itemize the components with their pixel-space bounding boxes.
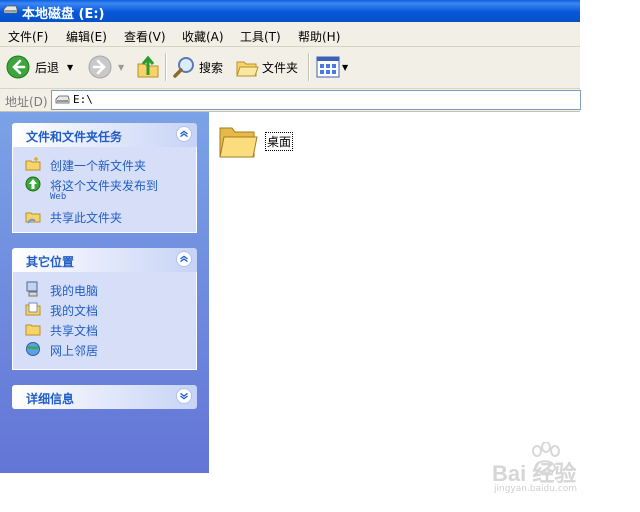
- task-publish-web[interactable]: 将这个文件夹发布到 Web: [25, 176, 195, 206]
- details-title: 详细信息: [26, 392, 75, 406]
- search-label: 搜索: [199, 60, 224, 75]
- place-label: 网上邻居: [50, 344, 99, 358]
- place-label: 共享文档: [50, 324, 99, 338]
- toolbar-separator: [165, 53, 167, 81]
- collapse-chevron-icon[interactable]: [176, 126, 192, 142]
- back-button[interactable]: 后退 ▼: [6, 51, 73, 83]
- place-label: 我的电脑: [50, 284, 99, 298]
- dropdown-arrow-icon[interactable]: ▼: [342, 63, 348, 72]
- views-button[interactable]: ▼: [316, 51, 348, 83]
- my-documents-icon: [25, 302, 41, 316]
- back-label: 后退: [35, 60, 60, 75]
- search-icon: [173, 57, 194, 78]
- folder-icon[interactable]: [218, 122, 258, 160]
- menu-bar: 文件(F) 编辑(E) 查看(V) 收藏(A) 工具(T) 帮助(H): [0, 22, 580, 47]
- expand-chevron-icon[interactable]: [176, 388, 192, 404]
- menu-file[interactable]: 文件(F): [8, 28, 48, 45]
- drive-icon: [55, 95, 70, 104]
- window-title: 本地磁盘 (E:): [22, 7, 105, 22]
- publish-web-icon: [25, 176, 41, 192]
- menu-favorites[interactable]: 收藏(A): [182, 28, 224, 45]
- place-label: 我的文档: [50, 304, 99, 318]
- search-button[interactable]: 搜索: [172, 51, 223, 83]
- up-button[interactable]: [136, 51, 160, 83]
- place-network[interactable]: 网上邻居: [25, 341, 145, 359]
- forward-arrow-icon: [88, 55, 112, 79]
- file-tasks-panel: 创建一个新文件夹 将这个文件夹发布到 Web 共享此文件夹: [12, 147, 197, 233]
- task-pane: 文件和文件夹任务 创建一个新文件夹 将这个文件夹发布到 Web 共享此文件夹 其…: [0, 112, 209, 473]
- place-my-documents[interactable]: 我的文档: [25, 301, 145, 319]
- file-tasks-title: 文件和文件夹任务: [26, 130, 123, 144]
- dropdown-arrow-icon[interactable]: ▼: [67, 63, 73, 72]
- toolbar-separator: [308, 53, 310, 81]
- menu-tools[interactable]: 工具(T): [240, 28, 281, 45]
- title-bar[interactable]: 本地磁盘 (E:): [0, 0, 580, 22]
- drive-icon: [3, 5, 18, 14]
- task-share-folder[interactable]: 共享此文件夹: [25, 208, 195, 226]
- shared-documents-icon: [25, 324, 41, 336]
- watermark-url: jingyan.baidu.com: [494, 484, 578, 494]
- forward-button[interactable]: ▼: [88, 51, 124, 83]
- task-new-folder[interactable]: 创建一个新文件夹: [25, 156, 195, 174]
- place-my-computer[interactable]: 我的电脑: [25, 281, 145, 299]
- other-places-title: 其它位置: [26, 255, 75, 269]
- folders-label: 文件夹: [262, 60, 299, 75]
- other-places-header[interactable]: 其它位置: [12, 248, 197, 272]
- address-value: E:\: [73, 93, 93, 106]
- folders-button[interactable]: 文件夹: [235, 51, 298, 83]
- baidu-watermark: Bai 经验 jingyan.baidu.com: [492, 442, 612, 498]
- menu-view[interactable]: 查看(V): [124, 28, 166, 45]
- task-label: 创建一个新文件夹: [50, 159, 147, 173]
- menu-edit[interactable]: 编辑(E): [66, 28, 107, 45]
- details-header[interactable]: 详细信息: [12, 385, 197, 409]
- task-label: 共享此文件夹: [50, 211, 123, 225]
- address-label: 地址(D): [5, 95, 48, 109]
- back-arrow-icon: [6, 55, 30, 79]
- dropdown-arrow-icon[interactable]: ▼: [118, 63, 124, 72]
- views-icon: [316, 56, 340, 78]
- folder-name[interactable]: 桌面: [265, 132, 294, 151]
- new-folder-icon: [25, 157, 41, 171]
- my-computer-icon: [26, 281, 38, 297]
- other-places-panel: 我的电脑 我的文档 共享文档 网上邻居: [12, 272, 197, 370]
- place-shared-documents[interactable]: 共享文档: [25, 321, 145, 339]
- address-input[interactable]: E:\: [51, 90, 581, 110]
- task-sublabel: Web: [50, 192, 67, 202]
- network-places-icon: [26, 342, 40, 356]
- file-tasks-header[interactable]: 文件和文件夹任务: [12, 123, 197, 147]
- address-bar: 地址(D) E:\: [0, 89, 581, 112]
- up-folder-icon: [137, 55, 159, 78]
- folders-icon: [236, 61, 259, 77]
- toolbar: 后退 ▼ ▼ 搜索 文件夹 ▼: [0, 47, 580, 89]
- share-folder-icon: [25, 212, 41, 224]
- menu-help[interactable]: 帮助(H): [298, 28, 340, 45]
- collapse-chevron-icon[interactable]: [176, 251, 192, 267]
